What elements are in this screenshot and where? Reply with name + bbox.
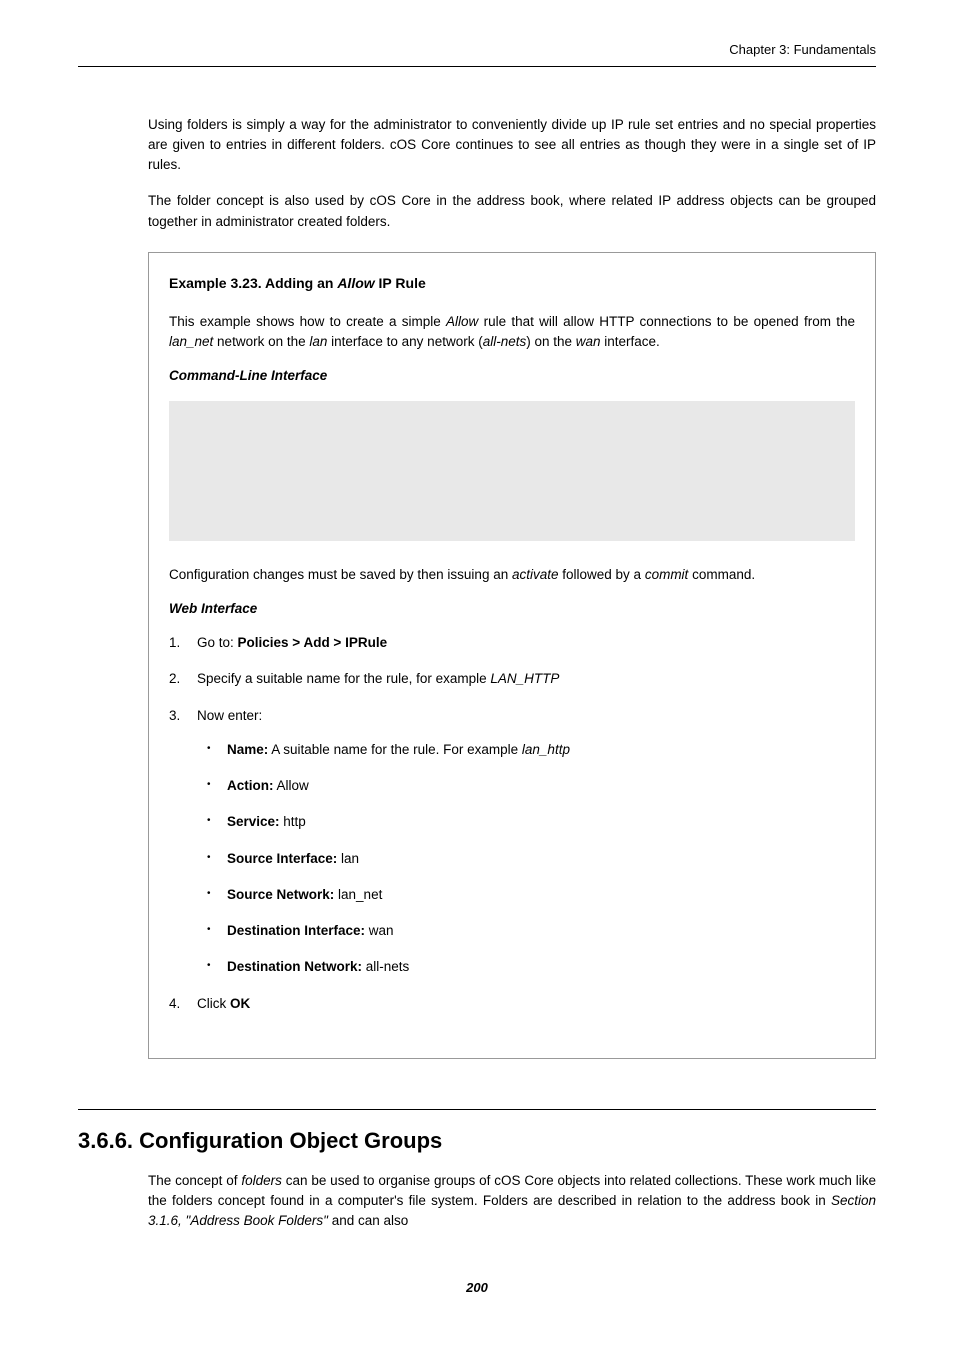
text: followed by a bbox=[559, 567, 645, 582]
section-paragraph: The concept of folders can be used to or… bbox=[148, 1171, 876, 1232]
label: Source Network: bbox=[227, 887, 334, 902]
label: Service: bbox=[227, 814, 280, 829]
steps-list: 1. Go to: Policies > Add > IPRule 2. Spe… bbox=[169, 633, 855, 1014]
list-item: Source Interface: lan bbox=[197, 849, 855, 869]
example-description: This example shows how to create a simpl… bbox=[169, 312, 855, 353]
text-bold: Policies > Add > IPRule bbox=[238, 635, 388, 650]
example-box: Example 3.23. Adding an Allow IP Rule Th… bbox=[148, 252, 876, 1059]
page-number: 200 bbox=[78, 1278, 876, 1298]
text: wan bbox=[365, 923, 394, 938]
text: network on the bbox=[213, 334, 309, 349]
label: Action: bbox=[227, 778, 274, 793]
cli-heading: Command-Line Interface bbox=[169, 366, 855, 386]
example-title-suffix: IP Rule bbox=[375, 275, 426, 291]
code-block bbox=[169, 401, 855, 541]
step-4: 4. Click OK bbox=[169, 994, 855, 1014]
step-number: 3. bbox=[169, 706, 180, 726]
text-bold: OK bbox=[230, 996, 250, 1011]
text: http bbox=[280, 814, 306, 829]
intro-paragraph-1: Using folders is simply a way for the ad… bbox=[148, 115, 876, 176]
post-cli-paragraph: Configuration changes must be saved by t… bbox=[169, 565, 855, 585]
example-title-prefix: Example 3.23. Adding an bbox=[169, 275, 337, 291]
list-item: Source Network: lan_net bbox=[197, 885, 855, 905]
text: lan bbox=[337, 851, 359, 866]
text: A suitable name for the rule. For exampl… bbox=[268, 742, 522, 757]
section-heading: 3.6.6. Configuration Object Groups bbox=[78, 1124, 876, 1157]
text: Click bbox=[197, 996, 230, 1011]
web-interface-heading: Web Interface bbox=[169, 599, 855, 619]
text-italic: Allow bbox=[446, 314, 478, 329]
text-italic: folders bbox=[241, 1173, 282, 1188]
text-italic: lan_http bbox=[522, 742, 570, 757]
step-1: 1. Go to: Policies > Add > IPRule bbox=[169, 633, 855, 653]
step-number: 2. bbox=[169, 669, 180, 689]
label: Destination Interface: bbox=[227, 923, 365, 938]
text: This example shows how to create a simpl… bbox=[169, 314, 446, 329]
text-italic: commit bbox=[645, 567, 689, 582]
chapter-header: Chapter 3: Fundamentals bbox=[78, 40, 876, 60]
step-3: 3. Now enter: Name: A suitable name for … bbox=[169, 706, 855, 978]
list-item: Destination Network: all-nets bbox=[197, 957, 855, 977]
label: Source Interface: bbox=[227, 851, 337, 866]
text-italic: lan_net bbox=[169, 334, 213, 349]
header-divider bbox=[78, 66, 876, 67]
text: all-nets bbox=[362, 959, 409, 974]
text: Go to: bbox=[197, 635, 238, 650]
text: lan_net bbox=[334, 887, 382, 902]
text: The concept of bbox=[148, 1173, 241, 1188]
step-number: 4. bbox=[169, 994, 180, 1014]
text: command. bbox=[688, 567, 755, 582]
list-item: Action: Allow bbox=[197, 776, 855, 796]
example-title: Example 3.23. Adding an Allow IP Rule bbox=[169, 273, 855, 294]
intro-paragraph-2: The folder concept is also used by cOS C… bbox=[148, 191, 876, 232]
text-italic: all-nets bbox=[483, 334, 527, 349]
text: interface. bbox=[601, 334, 660, 349]
text: ) on the bbox=[526, 334, 576, 349]
list-item: Destination Interface: wan bbox=[197, 921, 855, 941]
text: Allow bbox=[274, 778, 309, 793]
text: interface to any network ( bbox=[327, 334, 482, 349]
list-item: Name: A suitable name for the rule. For … bbox=[197, 740, 855, 760]
text: and can also bbox=[328, 1213, 408, 1228]
text: Now enter: bbox=[197, 708, 262, 723]
label: Destination Network: bbox=[227, 959, 362, 974]
label: Name: bbox=[227, 742, 268, 757]
step-2: 2. Specify a suitable name for the rule,… bbox=[169, 669, 855, 689]
list-item: Service: http bbox=[197, 812, 855, 832]
text: rule that will allow HTTP connections to… bbox=[478, 314, 855, 329]
text-italic: activate bbox=[512, 567, 559, 582]
step-number: 1. bbox=[169, 633, 180, 653]
text-italic: lan bbox=[309, 334, 327, 349]
text-italic: wan bbox=[576, 334, 601, 349]
example-title-em: Allow bbox=[337, 275, 374, 291]
section-divider bbox=[78, 1109, 876, 1110]
text: Configuration changes must be saved by t… bbox=[169, 567, 512, 582]
text-italic: LAN_HTTP bbox=[490, 671, 559, 686]
bullet-list: Name: A suitable name for the rule. For … bbox=[197, 740, 855, 978]
text: Specify a suitable name for the rule, fo… bbox=[197, 671, 490, 686]
